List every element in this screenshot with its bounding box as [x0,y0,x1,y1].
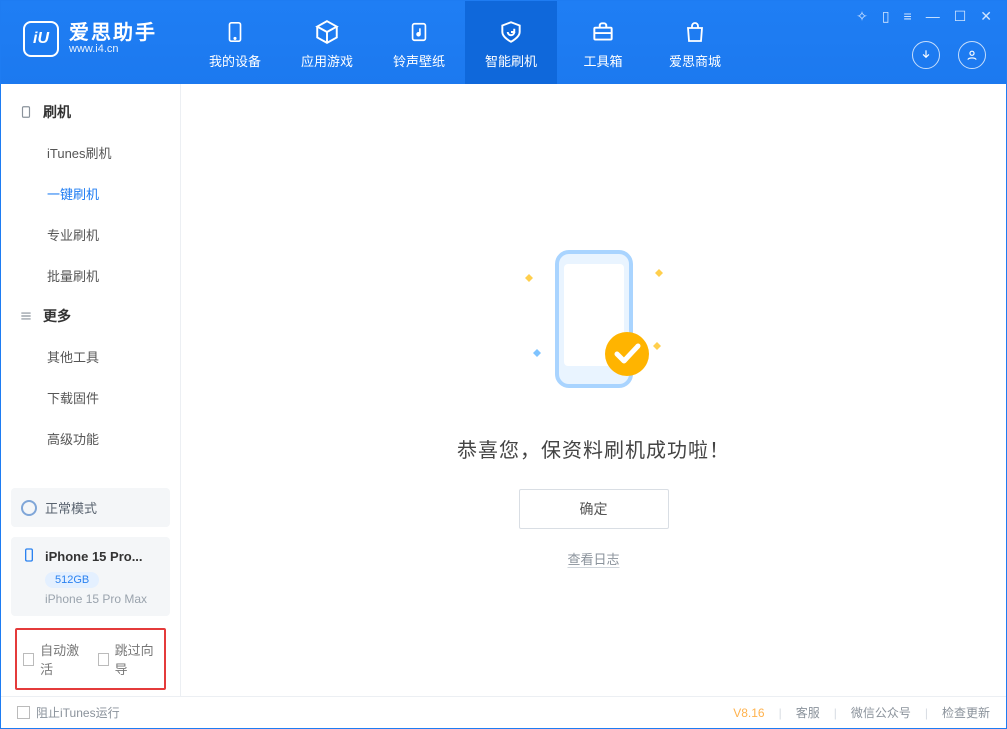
logo-icon: iU [23,21,59,57]
mode-label: 正常模式 [45,498,97,517]
footer: 阻止iTunes运行 V8.16 | 客服 | 微信公众号 | 检查更新 [1,696,1006,728]
sidebar-group-more[interactable]: 更多 [1,296,180,336]
menu-icon[interactable]: ≡ [904,9,912,23]
app-title: 爱思助手 [69,23,157,43]
account-button[interactable] [958,41,986,69]
main-content: 恭喜您，保资料刷机成功啦！ 确定 查看日志 [181,84,1006,696]
device-storage: 512GB [45,572,99,588]
refresh-icon [21,500,37,516]
menu-small-icon [19,309,33,323]
app-header: iU 爱思助手 www.i4.cn 我的设备 应用游戏 铃声壁纸 [1,1,1006,84]
sidebar-item-onekey-flash[interactable]: 一键刷机 [1,173,180,214]
toolbox-icon [590,19,616,45]
phone-small-icon[interactable]: ▯ [882,9,890,23]
sidebar-item-pro-flash[interactable]: 专业刷机 [1,214,180,255]
footer-link-update[interactable]: 检查更新 [942,704,990,721]
sidebar-item-batch-flash[interactable]: 批量刷机 [1,255,180,296]
close-icon[interactable]: ✕ [980,9,992,23]
success-illustration [509,234,679,404]
view-log-link[interactable]: 查看日志 [567,549,619,568]
checkbox-icon [17,706,30,719]
footer-link-wechat[interactable]: 微信公众号 [851,704,911,721]
shopping-bag-icon [682,19,708,45]
sidebar-item-other-tools[interactable]: 其他工具 [1,336,180,377]
cube-icon [314,19,340,45]
maximize-icon[interactable]: ☐ [954,9,967,23]
mode-card[interactable]: 正常模式 [11,488,170,527]
version-label: V8.16 [733,706,764,720]
ok-button[interactable]: 确定 [519,489,669,529]
footer-link-support[interactable]: 客服 [796,704,820,721]
window-controls: ✧ ▯ ≡ — ☐ ✕ [856,9,992,23]
device-phone-icon [21,547,37,566]
sidebar-item-advanced[interactable]: 高级功能 [1,418,180,459]
minimize-icon[interactable]: — [926,9,940,23]
highlighted-options: 自动激活 跳过向导 [15,628,166,690]
sidebar-item-itunes-flash[interactable]: iTunes刷机 [1,132,180,173]
success-message: 恭喜您，保资料刷机成功啦！ [457,434,730,463]
app-url: www.i4.cn [69,43,157,55]
sidebar-group-flash[interactable]: 刷机 [1,92,180,132]
tab-ringtones[interactable]: 铃声壁纸 [373,1,465,84]
sync-shield-icon [498,19,524,45]
sidebar: 刷机 iTunes刷机 一键刷机 专业刷机 批量刷机 更多 其他工具 下载固件 … [1,84,181,696]
device-card[interactable]: iPhone 15 Pro... 512GB iPhone 15 Pro Max [11,537,170,616]
checkbox-block-itunes[interactable]: 阻止iTunes运行 [17,704,120,721]
tab-my-device[interactable]: 我的设备 [189,1,281,84]
gift-icon[interactable]: ✧ [856,9,868,23]
logo: iU 爱思助手 www.i4.cn [1,1,179,57]
sidebar-item-download-firmware[interactable]: 下载固件 [1,377,180,418]
download-button[interactable] [912,41,940,69]
main-tabs: 我的设备 应用游戏 铃声壁纸 智能刷机 工具箱 [189,1,741,84]
device-model: iPhone 15 Pro Max [45,592,160,606]
checkbox-auto-activate[interactable]: 自动激活 [23,640,84,678]
phone-icon [222,19,248,45]
checkbox-icon [23,653,34,666]
device-small-icon [19,105,33,119]
tab-store[interactable]: 爱思商城 [649,1,741,84]
tab-smart-flash[interactable]: 智能刷机 [465,1,557,84]
tab-apps[interactable]: 应用游戏 [281,1,373,84]
tab-toolbox[interactable]: 工具箱 [557,1,649,84]
device-name: iPhone 15 Pro... [45,549,143,564]
music-note-icon [406,19,432,45]
checkbox-skip-guide[interactable]: 跳过向导 [98,640,159,678]
checkbox-icon [98,653,109,666]
